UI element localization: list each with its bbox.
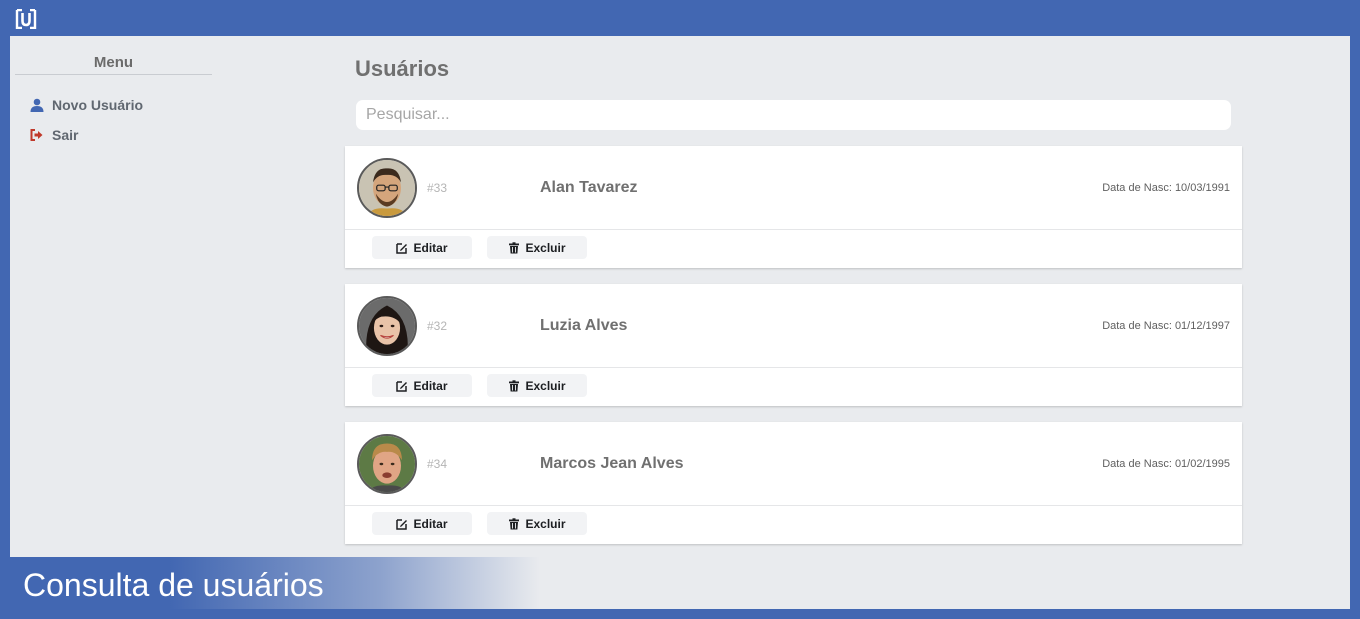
avatar [357,296,417,356]
trash-icon [508,379,520,392]
user-card: #33 Alan Tavarez Data de Nasc: 10/03/199… [345,146,1242,268]
edit-button[interactable]: Editar [372,512,472,535]
delete-button[interactable]: Excluir [487,236,587,259]
user-icon [30,98,44,112]
sidebar-title: Menu [15,54,212,75]
page-title: Usuários [355,56,450,81]
user-name: Luzia Alves [540,317,628,334]
delete-label: Excluir [525,240,566,255]
user-birthdate: Data de Nasc: 01/12/1997 [1102,320,1230,332]
edit-label: Editar [413,516,448,531]
sign-out-icon [30,128,44,142]
trash-icon [508,241,520,254]
user-birthdate: Data de Nasc: 10/03/1991 [1102,182,1230,194]
search-input[interactable] [356,100,1231,130]
user-id: #32 [427,319,448,333]
sidebar-item-label: Sair [52,127,79,143]
user-card: #32 Luzia Alves Data de Nasc: 01/12/1997… [345,284,1242,406]
edit-label: Editar [413,240,448,255]
edit-icon [396,380,408,392]
delete-label: Excluir [525,378,566,393]
edit-button[interactable]: Editar [372,236,472,259]
caption-banner: Consulta de usuários [10,557,540,609]
edit-button[interactable]: Editar [372,374,472,397]
edit-icon [396,242,408,254]
user-card: #34 Marcos Jean Alves Data de Nasc: 01/0… [345,422,1242,544]
caption-text: Consulta de usuários [23,567,324,603]
user-name: Alan Tavarez [540,179,638,196]
delete-button[interactable]: Excluir [487,512,587,535]
edit-icon [396,518,408,530]
app-logo-icon[interactable] [15,8,37,30]
sidebar-item-label: Novo Usuário [52,97,144,113]
sidebar-item-new-user[interactable]: Novo Usuário [30,97,143,113]
user-id: #33 [427,181,448,195]
trash-icon [508,517,520,530]
avatar [357,434,417,494]
user-birthdate: Data de Nasc: 01/02/1995 [1102,458,1230,470]
user-id: #34 [427,457,448,471]
user-name: Marcos Jean Alves [540,455,684,472]
avatar [357,158,417,218]
app-content: Menu Novo Usuário Sair Usuários Pesquisa… [10,36,1350,609]
delete-label: Excluir [525,516,566,531]
delete-button[interactable]: Excluir [487,374,587,397]
sidebar-item-logout[interactable]: Sair [30,127,78,143]
edit-label: Editar [413,378,448,393]
